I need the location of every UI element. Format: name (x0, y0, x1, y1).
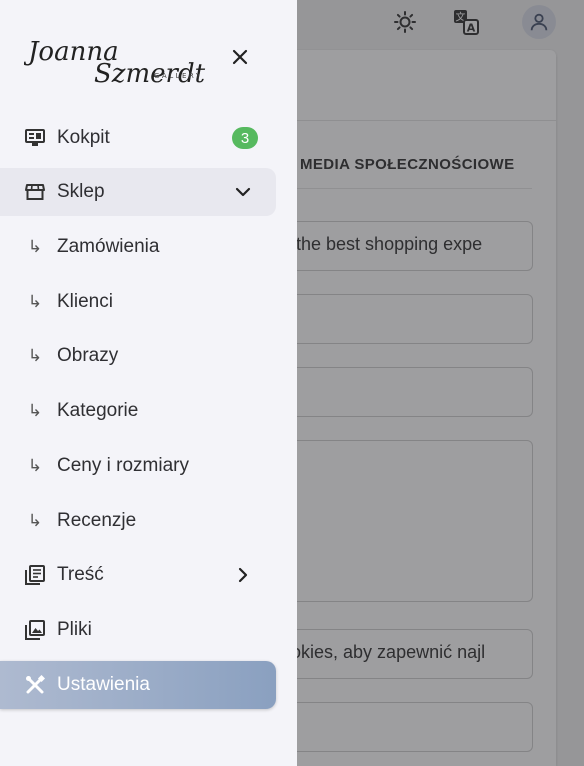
subdirectory-arrow-icon: ↳ (27, 456, 43, 475)
tools-icon (24, 675, 46, 695)
subdirectory-arrow-icon: ↳ (27, 237, 43, 256)
close-drawer-button[interactable] (225, 42, 255, 72)
article-icon (24, 565, 46, 585)
sidebar-item-label: Kategorie (57, 400, 139, 421)
sidebar-item-label: Zamówienia (57, 236, 160, 257)
sidebar-item-label: Recenzje (57, 510, 137, 531)
subdirectory-arrow-icon: ↳ (27, 401, 43, 420)
sidebar-item-label: Sklep (57, 181, 105, 202)
sidebar-item-label: Treść (57, 564, 104, 585)
gallery-logo: Joanna Szmerdt GALLERY (24, 37, 206, 89)
logo-sub: GALLERY (154, 72, 203, 80)
sidebar-item-klienci[interactable]: ↳ Klienci (0, 278, 276, 326)
sidebar-item-label: Obrazy (57, 345, 119, 366)
subdirectory-arrow-icon: ↳ (27, 292, 43, 311)
sidebar-item-sklep[interactable]: Sklep (0, 168, 276, 216)
sidebar-item-label: Pliki (57, 619, 92, 640)
notification-badge: 3 (232, 127, 258, 149)
sidebar-item-ustawienia[interactable]: Ustawienia (0, 661, 276, 709)
sidebar-item-label: Klienci (57, 291, 113, 312)
close-icon (232, 49, 248, 65)
sidebar-item-obrazy[interactable]: ↳ Obrazy (0, 332, 276, 380)
subdirectory-arrow-icon: ↳ (27, 511, 43, 530)
sidebar-item-ceny-i-rozmiary[interactable]: ↳ Ceny i rozmiary (0, 442, 276, 490)
sidebar-item-zamowienia[interactable]: ↳ Zamówienia (0, 223, 276, 271)
images-icon (24, 620, 46, 640)
sidebar-item-label: Ceny i rozmiary (57, 455, 189, 476)
subdirectory-arrow-icon: ↳ (27, 346, 43, 365)
chevron-right-icon (232, 565, 254, 585)
sidebar-item-recenzje[interactable]: ↳ Recenzje (0, 497, 276, 545)
sidebar-item-pliki[interactable]: Pliki (0, 606, 276, 654)
sidebar-item-label: Ustawienia (57, 674, 150, 695)
sidebar-item-tresc[interactable]: Treść (0, 551, 276, 599)
dashboard-icon (24, 128, 46, 148)
sidebar-item-label: Kokpit (57, 127, 110, 148)
chevron-down-icon (232, 182, 254, 202)
sidebar-item-kategorie[interactable]: ↳ Kategorie (0, 387, 276, 435)
navigation-drawer: Joanna Szmerdt GALLERY Kokpit 3 Sklep ↳ … (0, 0, 297, 766)
store-icon (24, 182, 46, 202)
